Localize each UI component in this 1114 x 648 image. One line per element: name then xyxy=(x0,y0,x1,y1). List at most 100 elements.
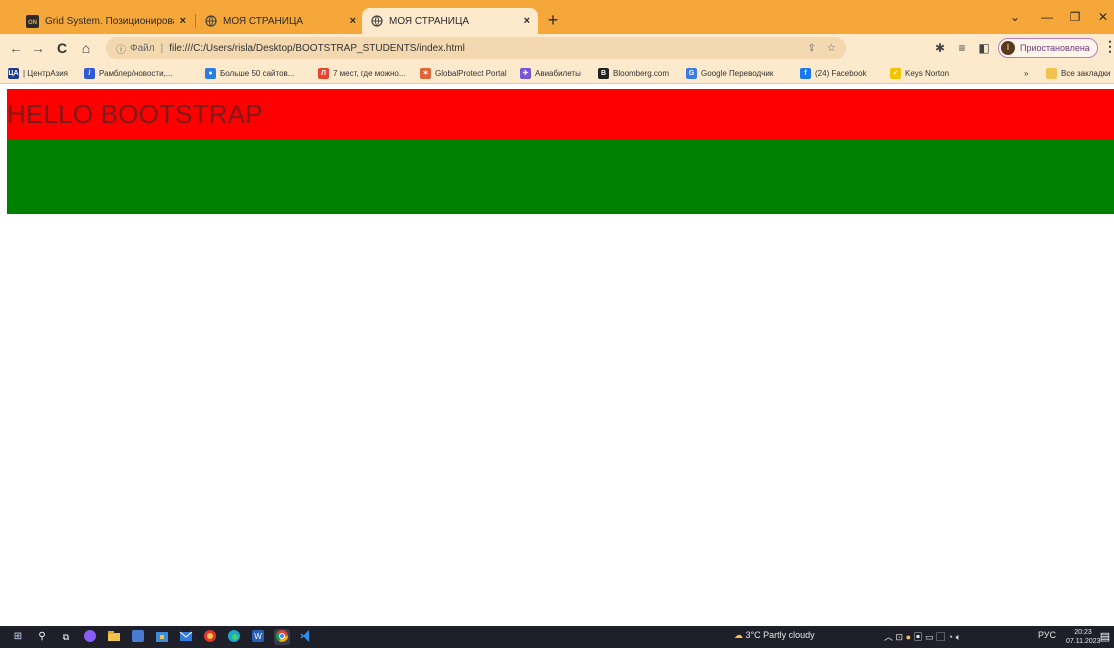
side-panel-icon[interactable]: ◧ xyxy=(974,38,994,58)
security-icon: ▣ xyxy=(913,632,923,642)
close-window-icon[interactable]: ✕ xyxy=(1092,6,1114,28)
battery-icon: ▭ xyxy=(925,632,934,642)
star-icon[interactable]: ☆ xyxy=(827,43,836,54)
bookmark-favicon-icon: G xyxy=(686,67,697,79)
tab-search-chevron-icon[interactable]: ⌄ xyxy=(1004,6,1026,28)
tab-close-button[interactable]: × xyxy=(180,15,186,27)
avatar: I xyxy=(1001,41,1015,55)
tab-title: МОЯ СТРАНИЦА xyxy=(223,15,304,27)
address-bar[interactable]: ⓘ Файл | file:///C:/Users/risla/Desktop/… xyxy=(106,37,846,59)
all-bookmarks-button[interactable]: Все закладки xyxy=(1046,66,1110,80)
bookmark-item[interactable]: ЦА | ЦентрАзия xyxy=(8,66,68,80)
opera-icon[interactable] xyxy=(202,629,218,645)
bookmarks-bar: ЦА | ЦентрАзия / Рамблер/новости,... ● Больше… xyxy=(0,62,1114,84)
green-row xyxy=(7,140,1114,214)
new-tab-button[interactable]: + xyxy=(542,9,564,31)
tab-strip: ON Grid System. Позиционирован × МОЯ СТР… xyxy=(0,0,1114,34)
task-view-icon[interactable]: ⧉ xyxy=(58,629,74,645)
bookmark-favicon-icon: ЦА xyxy=(8,67,19,79)
language-indicator[interactable]: РУС xyxy=(1038,630,1056,640)
windows-start-icon[interactable]: ⊞ xyxy=(10,629,26,645)
alice-icon[interactable] xyxy=(82,629,98,645)
tray-icons[interactable]: ︿ ⊡ ● ▣ ▭ ▢ ◔ 🔈︎ xyxy=(884,630,961,643)
browser-toolbar: ← → C ⌂ ⓘ Файл | file:///C:/Users/risla/… xyxy=(0,34,1114,62)
bookmark-label: Рамблер/новости,... xyxy=(99,68,173,78)
bookmark-item[interactable]: B Bloomberg.com xyxy=(598,66,669,80)
back-arrow-icon[interactable]: ← xyxy=(6,38,26,58)
svg-text:W: W xyxy=(254,632,262,641)
bookmark-favicon-icon: Л xyxy=(318,67,329,79)
all-bookmarks-label: Все закладки xyxy=(1061,68,1111,78)
bookmark-item[interactable]: f (24) Facebook xyxy=(800,66,867,80)
profile-status: Приостановлена xyxy=(1020,43,1090,53)
bookmark-label: 7 мест, где можно... xyxy=(333,68,406,78)
extensions-icon[interactable]: ✱ xyxy=(930,38,950,58)
info-icon[interactable]: ⓘ xyxy=(116,41,126,56)
clock[interactable]: 20:23 07.11.2023 xyxy=(1066,628,1101,646)
share-icon[interactable]: ⇪ xyxy=(808,43,816,54)
tab-close-button[interactable]: × xyxy=(524,15,530,27)
bookmarks-overflow-button[interactable]: » xyxy=(1024,66,1028,80)
search-icon[interactable]: ⚲ xyxy=(34,629,50,645)
word-icon[interactable]: W xyxy=(250,629,266,645)
bookmark-item[interactable]: Л 7 мест, где можно... xyxy=(318,66,406,80)
bookmark-label: GlobalProtect Portal xyxy=(435,68,507,78)
globe-icon xyxy=(370,15,383,28)
bookmark-favicon-icon: ✶ xyxy=(420,67,431,79)
bookmark-item[interactable]: / Рамблер/новости,... xyxy=(84,66,172,80)
folder-icon xyxy=(1046,67,1057,79)
tab-title: МОЯ СТРАНИЦА xyxy=(389,15,470,27)
notifications-icon[interactable]: ▤ xyxy=(1097,629,1113,645)
file-explorer-icon[interactable] xyxy=(106,629,122,645)
bookmark-label: Авиабилеты xyxy=(535,68,581,78)
edge-icon[interactable] xyxy=(226,629,242,645)
menu-dots-icon[interactable]: ⋮ xyxy=(1103,38,1114,55)
profile-button[interactable]: I Приостановлена xyxy=(998,38,1098,58)
divider: | xyxy=(160,42,164,54)
page-heading: HELLO BOOTSTRAP xyxy=(7,99,263,129)
display-icon: ▢ xyxy=(936,632,946,642)
bookmark-favicon-icon: ✈ xyxy=(520,67,531,79)
reading-list-icon[interactable]: ≡ xyxy=(952,38,972,58)
tab-my-page-active[interactable]: МОЯ СТРАНИЦА × xyxy=(362,8,538,34)
network-icon: ⊡ xyxy=(895,632,904,642)
clock-date: 07.11.2023 xyxy=(1066,638,1101,645)
bookmark-item[interactable]: ✶ GlobalProtect Portal xyxy=(420,66,507,80)
bookmark-label: Bloomberg.com xyxy=(613,68,670,78)
tab-title: Grid System. Позиционирован xyxy=(45,15,174,27)
forward-arrow-icon[interactable]: → xyxy=(28,38,48,58)
weather-icon: ☁ xyxy=(734,630,743,640)
bookmark-label: Keys Norton xyxy=(905,68,950,78)
bookmark-favicon-icon: ✓ xyxy=(890,67,901,79)
bookmark-item[interactable]: ✓ Keys Norton xyxy=(890,66,949,80)
bookmark-label: (24) Facebook xyxy=(815,68,867,78)
bookmark-item[interactable]: ● Больше 50 сайтов... xyxy=(205,66,294,80)
weather-text: 3°C Partly cloudy xyxy=(745,630,815,640)
minimize-icon[interactable]: — xyxy=(1036,6,1058,28)
mail-icon[interactable] xyxy=(178,629,194,645)
reload-icon[interactable]: C xyxy=(52,38,72,58)
volume-icon: 🔈︎ xyxy=(955,632,961,642)
wifi-icon: ◔ xyxy=(947,632,954,642)
red-row: HELLO BOOTSTRAP xyxy=(7,89,1114,140)
chrome-icon[interactable] xyxy=(274,629,290,645)
people-icon[interactable] xyxy=(130,629,146,645)
home-icon[interactable]: ⌂ xyxy=(76,38,96,58)
tab-close-button[interactable]: × xyxy=(350,15,356,27)
browser-window: ON Grid System. Позиционирован × МОЯ СТР… xyxy=(0,0,1114,648)
bookmark-label: Google Переводчик xyxy=(701,68,774,78)
restore-icon[interactable]: ❐ xyxy=(1064,6,1086,28)
bookmark-item[interactable]: G Google Переводчик xyxy=(686,66,773,80)
tab-my-page[interactable]: МОЯ СТРАНИЦА × xyxy=(196,8,364,34)
scheme-label: Файл xyxy=(130,42,155,54)
chevron-up-icon[interactable]: ︿ xyxy=(884,632,893,642)
weather-widget[interactable]: ☁ 3°C Partly cloudy xyxy=(734,630,815,641)
store-icon[interactable] xyxy=(154,629,170,645)
vscode-icon[interactable] xyxy=(298,629,314,645)
bookmark-favicon-icon: / xyxy=(84,67,95,79)
tab-grid-system[interactable]: ON Grid System. Позиционирован × xyxy=(18,8,194,34)
taskbar: ⊞ ⚲ ⧉ W ☁ 3°C Partly cloudy ︿ ⊡ ● ▣ ▭ ▢ … xyxy=(0,626,1114,648)
bookmark-item[interactable]: ✈ Авиабилеты xyxy=(520,66,581,80)
bookmark-favicon-icon: B xyxy=(598,67,609,79)
bookmark-favicon-icon: f xyxy=(800,67,811,79)
